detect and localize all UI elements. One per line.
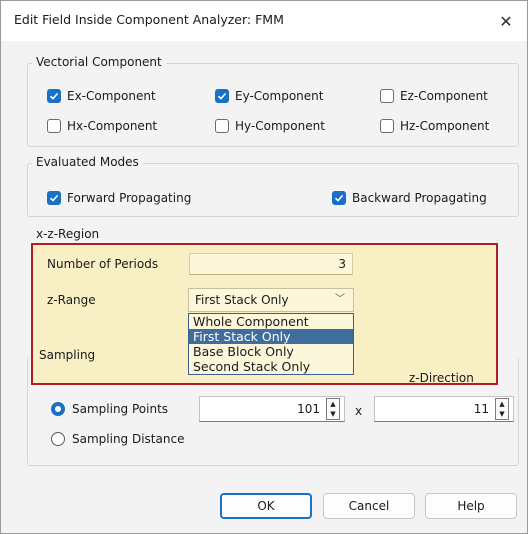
checkmark-icon bbox=[332, 191, 346, 205]
forward-propagating-checkbox[interactable]: Forward Propagating bbox=[47, 189, 191, 207]
ok-button[interactable]: OK bbox=[220, 493, 312, 519]
forward-propagating-label: Forward Propagating bbox=[67, 191, 192, 205]
hz-component-checkbox[interactable]: Hz-Component bbox=[380, 117, 489, 135]
vectorial-component-label: Vectorial Component bbox=[32, 55, 166, 69]
checkmark-icon bbox=[47, 89, 61, 103]
hy-component-label: Hy-Component bbox=[235, 119, 325, 133]
z-spinner[interactable]: ▲ ▼ bbox=[495, 398, 509, 420]
hx-component-checkbox[interactable]: Hx-Component bbox=[47, 117, 157, 135]
number-of-periods-field[interactable]: 3 bbox=[189, 253, 353, 275]
radio-selected-icon bbox=[51, 402, 65, 416]
z-range-value: First Stack Only bbox=[195, 293, 289, 307]
title-bar: Edit Field Inside Component Analyzer: FM… bbox=[1, 1, 527, 41]
xz-region-label: x-z-Region bbox=[32, 227, 104, 241]
ez-component-checkbox[interactable]: Ez-Component bbox=[380, 87, 488, 105]
spin-up-icon[interactable]: ▲ bbox=[327, 399, 339, 409]
close-icon[interactable]: ✕ bbox=[491, 7, 521, 35]
window-title: Edit Field Inside Component Analyzer: FM… bbox=[14, 12, 284, 27]
ex-component-label: Ex-Component bbox=[67, 89, 156, 103]
chevron-down-icon: ﹀ bbox=[335, 294, 345, 305]
ey-component-label: Ey-Component bbox=[235, 89, 324, 103]
z-range-label: z-Range bbox=[47, 293, 96, 307]
number-of-periods-label: Number of Periods bbox=[47, 257, 159, 271]
checkbox-empty-icon bbox=[47, 119, 61, 133]
cancel-button[interactable]: Cancel bbox=[323, 493, 415, 519]
backward-propagating-label: Backward Propagating bbox=[352, 191, 487, 205]
sampling-points-radio[interactable]: Sampling Points bbox=[51, 400, 168, 418]
checkmark-icon bbox=[215, 89, 229, 103]
times-label: x bbox=[355, 404, 363, 418]
sampling-z-input[interactable]: 11 bbox=[374, 396, 514, 422]
sampling-points-label: Sampling Points bbox=[72, 402, 169, 416]
spin-down-icon[interactable]: ▼ bbox=[496, 409, 508, 419]
ez-component-label: Ez-Component bbox=[400, 89, 488, 103]
checkbox-empty-icon bbox=[215, 119, 229, 133]
sampling-distance-label: Sampling Distance bbox=[72, 432, 185, 446]
checkmark-icon bbox=[47, 191, 61, 205]
sampling-x-input[interactable]: 101 bbox=[199, 396, 345, 422]
checkbox-empty-icon bbox=[380, 89, 394, 103]
sampling-label: Sampling bbox=[39, 348, 96, 362]
x-spinner[interactable]: ▲ ▼ bbox=[326, 398, 340, 420]
backward-propagating-checkbox[interactable]: Backward Propagating bbox=[332, 189, 487, 207]
ex-component-checkbox[interactable]: Ex-Component bbox=[47, 87, 156, 105]
evaluated-modes-label: Evaluated Modes bbox=[32, 155, 143, 169]
dialog: Edit Field Inside Component Analyzer: FM… bbox=[0, 0, 528, 534]
hz-component-label: Hz-Component bbox=[400, 119, 490, 133]
z-direction-label: z-Direction bbox=[409, 371, 474, 385]
z-range-dropdown[interactable]: First Stack Only ﹀ bbox=[188, 288, 354, 312]
spin-down-icon[interactable]: ▼ bbox=[327, 409, 339, 419]
ey-component-checkbox[interactable]: Ey-Component bbox=[215, 87, 323, 105]
sampling-distance-radio[interactable]: Sampling Distance bbox=[51, 430, 184, 448]
hy-component-checkbox[interactable]: Hy-Component bbox=[215, 117, 325, 135]
option-whole-component[interactable]: Whole Component bbox=[189, 314, 353, 329]
option-first-stack-only[interactable]: First Stack Only bbox=[189, 329, 353, 344]
radio-empty-icon bbox=[51, 432, 65, 446]
spin-up-icon[interactable]: ▲ bbox=[496, 399, 508, 409]
checkbox-empty-icon bbox=[380, 119, 394, 133]
hx-component-label: Hx-Component bbox=[67, 119, 158, 133]
help-button[interactable]: Help bbox=[425, 493, 517, 519]
